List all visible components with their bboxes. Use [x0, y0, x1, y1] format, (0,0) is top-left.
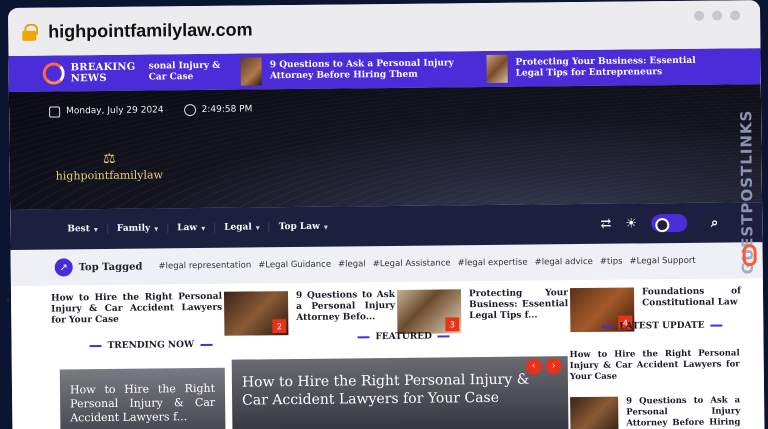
ticker-text: 9 Questions to Ask a Personal Injury Att… [269, 58, 454, 82]
tag-link[interactable]: #Legal Guidance [258, 260, 331, 271]
shuffle-icon[interactable]: ⇄ [600, 216, 611, 231]
ticker-item[interactable]: 9 Questions to Ask a Personal Injury Att… [233, 55, 479, 86]
latest-item[interactable]: 9 Questions to Ask a Personal Injury Att… [626, 395, 740, 429]
nav-label: Top Law [278, 221, 320, 233]
scales-icon: ⚖ [102, 150, 116, 168]
lock-icon [22, 24, 36, 40]
section-title: FEATURED [375, 331, 432, 343]
current-date: Monday, July 29 2024 [66, 105, 164, 117]
browser-window: highpointfamilylaw.com BREAKING NEWS son… [8, 0, 765, 429]
ticker-text: Protecting Your Business: Essential Lega… [515, 55, 696, 79]
chevron-down-icon: ▾ [154, 223, 159, 234]
post-card[interactable]: 4 Foundations of Constitutional Law [569, 286, 742, 342]
nav-item-law[interactable]: Law ▾ [168, 222, 216, 234]
dot-icon[interactable] [730, 10, 741, 21]
main-nav: Best ▾ Family ▾ Law ▾ Legal ▾ Top Law ▾ ⇄ ☀ ⌕ [10, 202, 763, 250]
tag-link[interactable]: #legal representation [158, 260, 251, 271]
chevron-down-icon: ▾ [255, 222, 260, 233]
slider-arrows: ‹ › [525, 358, 562, 375]
site-header: Monday, July 29 2024 2:49:58 PM ⚖ highpo… [8, 84, 763, 210]
ticker-item[interactable]: Protecting Your Business: Essential Lega… [479, 53, 719, 84]
section-title: LATEST UPDATE [619, 320, 705, 332]
nav-label: Family [116, 223, 151, 234]
window-controls [694, 10, 741, 21]
logo-text: highpointfamilylaw [55, 168, 164, 183]
ticker-thumbnail [240, 57, 263, 86]
address-bar[interactable]: highpointfamilylaw.com [48, 19, 253, 42]
latest-list: How to Hire the Right Personal Injury & … [570, 348, 741, 429]
featured-title[interactable]: How to Hire the Right Personal Injury & … [242, 372, 529, 409]
page: BREAKING NEWS sonal Injury & Car Case 9 … [8, 48, 765, 429]
dot-icon[interactable] [712, 10, 723, 21]
chevron-down-icon: ▾ [201, 222, 206, 233]
nav-label: Best [67, 224, 90, 235]
dark-mode-toggle[interactable] [650, 213, 688, 233]
tag-link[interactable]: #legal [338, 259, 366, 269]
trending-icon: ↗ [54, 258, 73, 277]
latest-item[interactable]: How to Hire the Right Personal Injury & … [570, 348, 740, 383]
section-title: TRENDING NOW [107, 340, 195, 351]
tag-link[interactable]: #Legal Support [629, 256, 695, 267]
latest-thumbnail[interactable] [570, 396, 619, 429]
nav-item-best[interactable]: Best ▾ [58, 223, 108, 235]
prev-arrow-icon[interactable]: ‹ [525, 358, 542, 375]
current-time: 2:49:58 PM [201, 104, 253, 115]
trending-post[interactable]: How to Hire the Right Personal Injury & … [59, 367, 226, 429]
tags-title: Top Tagged [78, 261, 143, 273]
latest-item-row[interactable]: 9 Questions to Ask a Personal Injury Att… [570, 395, 740, 429]
chevron-down-icon: ▾ [323, 221, 328, 232]
ticker-thumbnail [486, 54, 508, 83]
tag-link[interactable]: #legal expertise [458, 258, 528, 269]
sun-icon[interactable]: ☀ [625, 216, 637, 231]
card-number: 3 [445, 317, 460, 332]
card-title[interactable]: Foundations of Constitutional Law [642, 286, 742, 341]
news-ticker: sonal Injury & Car Case 9 Questions to A… [149, 53, 719, 87]
chevron-down-icon: ▾ [93, 224, 98, 235]
tag-link[interactable]: #tips [600, 257, 623, 267]
clock-icon [183, 104, 196, 117]
nav-label: Legal [224, 222, 252, 233]
date-time: Monday, July 29 2024 2:49:58 PM [49, 103, 253, 118]
card-image[interactable]: 3 [396, 289, 462, 334]
featured-heading: FEATURED [357, 331, 450, 343]
calendar-icon [49, 105, 61, 118]
broadcast-icon [42, 62, 65, 85]
search-icon[interactable]: ⌕ [711, 215, 718, 230]
tag-link[interactable]: #legal advice [535, 257, 593, 268]
dot-icon[interactable] [694, 10, 705, 21]
breaking-label: BREAKING NEWS [70, 61, 136, 85]
nav-label: Law [177, 223, 198, 234]
trending-title[interactable]: How to Hire the Right Personal Injury & … [70, 382, 215, 425]
tag-link[interactable]: #Legal Assistance [373, 258, 451, 269]
trending-heading: TRENDING NOW [89, 340, 212, 351]
card-number: 2 [272, 319, 287, 334]
featured-post[interactable]: How to Hire the Right Personal Injury & … [231, 356, 569, 429]
watermark-logo-icon [742, 244, 757, 267]
nav-item-legal[interactable]: Legal ▾ [215, 222, 270, 233]
site-logo[interactable]: ⚖ highpointfamilylaw [55, 150, 164, 183]
next-arrow-icon[interactable]: › [545, 358, 562, 375]
nav-item-family[interactable]: Family ▾ [107, 223, 169, 234]
ticker-item[interactable]: sonal Injury & Car Case [149, 61, 233, 84]
ticker-text: sonal Injury & Car Case [148, 60, 221, 83]
browser-chrome: highpointfamilylaw.com [8, 0, 761, 56]
nav-item-top-law[interactable]: Top Law ▾ [270, 222, 337, 233]
latest-heading: LATEST UPDATE [601, 321, 722, 332]
card-title[interactable]: Protecting Your Business: Essential Lega… [469, 288, 569, 343]
card-image[interactable]: 2 [223, 291, 289, 336]
